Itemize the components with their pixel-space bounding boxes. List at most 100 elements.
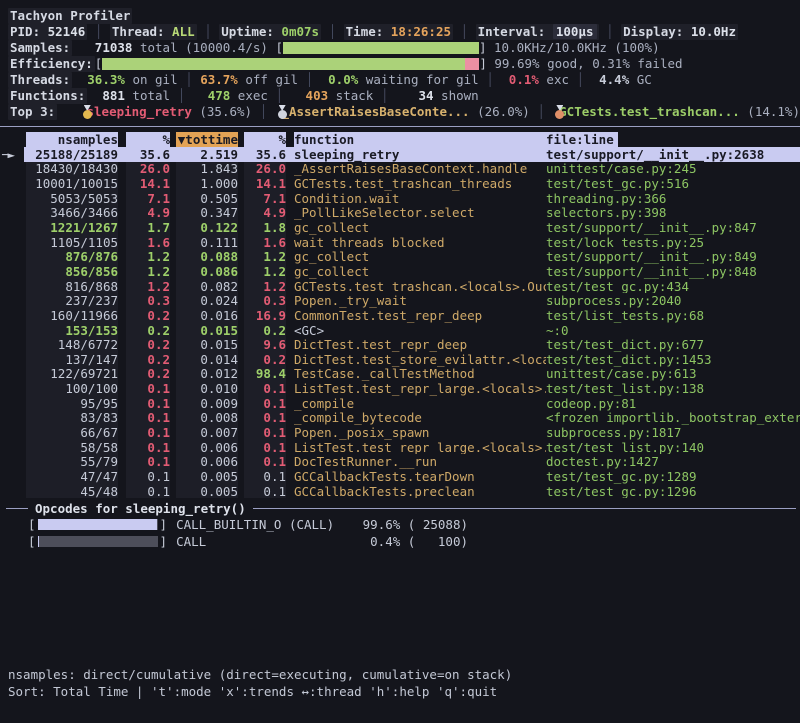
cell-cumulative-percent: 0.1 bbox=[244, 440, 286, 455]
table-row[interactable]: 1105/1105 1.6 0.111 1.6 wait_threads_blo… bbox=[0, 235, 800, 250]
opcode-bar bbox=[38, 519, 158, 530]
table-row[interactable]: 5053/5053 7.1 0.505 7.1 Condition.wait t… bbox=[0, 191, 800, 206]
cell-function: CommonTest.test_repr_deep bbox=[294, 308, 546, 323]
table-row[interactable]: 100/100 0.1 0.010 0.1 ListTest.test_repr… bbox=[0, 381, 800, 396]
cell-tottime: 0.006 bbox=[176, 440, 238, 455]
column-header-function[interactable]: function bbox=[294, 132, 546, 147]
cell-cumulative-percent: 0.1 bbox=[244, 411, 286, 426]
gc-pct: 4.4% bbox=[592, 72, 630, 88]
cell-file-line: test/support/__init__.py:849 bbox=[546, 249, 800, 264]
cell-cumulative-percent: 0.1 bbox=[244, 381, 286, 396]
cell-function: _compile bbox=[294, 396, 546, 411]
cell-file-line: test/test_gc.py:1296 bbox=[546, 484, 800, 499]
table-row[interactable]: 137/147 0.2 0.014 0.2 DictTest.test_stor… bbox=[0, 352, 800, 367]
table-row[interactable]: ─► 25188/25189 35.6 2.519 35.6 sleeping_… bbox=[0, 147, 800, 162]
column-header-file-line[interactable]: file:line bbox=[546, 132, 800, 147]
cell-tottime: 0.007 bbox=[176, 425, 238, 440]
table-row[interactable]: 45/48 0.1 0.005 0.1 GCCallbackTests.prec… bbox=[0, 484, 800, 499]
cell-tottime: 0.122 bbox=[176, 220, 238, 235]
cell-file-line: subprocess.py:1817 bbox=[546, 425, 800, 440]
cell-function: gc_collect bbox=[294, 249, 546, 264]
cell-file-line: test/support/__init__.py:848 bbox=[546, 264, 800, 279]
thread-field[interactable]: Thread: ALL bbox=[110, 24, 197, 40]
uptime-field: Uptime: 0m07s bbox=[219, 24, 321, 40]
cell-nsamples: 100/100 bbox=[26, 381, 118, 396]
cell-direct-percent: 0.1 bbox=[126, 454, 170, 469]
cell-direct-percent: 0.2 bbox=[126, 323, 170, 338]
table-row[interactable]: 3466/3466 4.9 0.347 4.9 _PollLikeSelecto… bbox=[0, 206, 800, 221]
cell-file-line: unittest/case.py:245 bbox=[546, 162, 800, 177]
table-row[interactable]: 55/79 0.1 0.006 0.1 DocTestRunner.__run … bbox=[0, 454, 800, 469]
samples-bar bbox=[283, 42, 479, 54]
table-row[interactable]: 83/83 0.1 0.008 0.1 _compile_bytecode <f… bbox=[0, 411, 800, 426]
title-bar: Tachyon Profiler bbox=[0, 8, 800, 24]
table-row[interactable]: 148/6772 0.2 0.015 9.6 DictTest.test_rep… bbox=[0, 337, 800, 352]
opcode-pct: 0.4% ( 100) bbox=[356, 533, 468, 550]
table-row[interactable]: 153/153 0.2 0.015 0.2 <GC> ~:0 bbox=[0, 323, 800, 338]
cell-direct-percent: 4.9 bbox=[126, 206, 170, 221]
table-row[interactable]: 58/58 0.1 0.006 0.1 ListTest.test_repr_l… bbox=[0, 440, 800, 455]
cell-function: DictTest.test_repr_deep bbox=[294, 337, 546, 352]
cell-function: ListTest.test_repr_large.<locals>.c... bbox=[294, 440, 546, 455]
cell-tottime: 0.012 bbox=[176, 367, 238, 382]
cell-direct-percent: 1.6 bbox=[126, 235, 170, 250]
cell-direct-percent: 7.1 bbox=[126, 191, 170, 206]
cell-file-line: threading.py:366 bbox=[546, 191, 800, 206]
table-row[interactable]: 47/47 0.1 0.005 0.1 GCCallbackTests.tear… bbox=[0, 469, 800, 484]
cell-file-line: test/test_dict.py:1453 bbox=[546, 352, 800, 367]
time-value: 18:26:25 bbox=[383, 24, 451, 39]
cell-file-line: test/support/__init__.py:847 bbox=[546, 220, 800, 235]
cell-cumulative-percent: 26.0 bbox=[244, 162, 286, 177]
uptime-value: 0m07s bbox=[274, 24, 319, 39]
cell-tottime: 1.843 bbox=[176, 162, 238, 177]
cell-nsamples: 3466/3466 bbox=[26, 206, 118, 221]
table-row[interactable]: 237/237 0.3 0.024 0.3 Popen._try_wait su… bbox=[0, 293, 800, 308]
cell-nsamples: 5053/5053 bbox=[26, 191, 118, 206]
column-header-cumulative-percent[interactable]: % bbox=[244, 132, 286, 147]
table-row[interactable]: 160/11966 0.2 0.016 16.9 CommonTest.test… bbox=[0, 308, 800, 323]
table-row[interactable]: 856/856 1.2 0.086 1.2 gc_collect test/su… bbox=[0, 264, 800, 279]
cell-file-line: subprocess.py:2040 bbox=[546, 293, 800, 308]
cell-function: _PollLikeSelector.select bbox=[294, 206, 546, 221]
empty-area bbox=[0, 550, 800, 666]
cell-file-line: test/test_gc.py:434 bbox=[546, 279, 800, 294]
on-gil-pct: 36.3% bbox=[87, 72, 125, 88]
column-header-nsamples[interactable]: nsamples bbox=[26, 132, 118, 147]
efficiency-bar-failed bbox=[465, 58, 479, 70]
table-row[interactable]: 18430/18430 26.0 1.843 26.0 _AssertRaise… bbox=[0, 162, 800, 177]
table-row[interactable]: 95/95 0.1 0.009 0.1 _compile codeop.py:8… bbox=[0, 396, 800, 411]
cell-tottime: 0.006 bbox=[176, 454, 238, 469]
display-field: Display: 10.0Hz bbox=[621, 24, 738, 40]
cell-direct-percent: 1.2 bbox=[126, 264, 170, 279]
cell-nsamples: 10001/10015 bbox=[26, 176, 118, 191]
off-gil-pct: 63.7% bbox=[200, 72, 238, 88]
cell-direct-percent: 26.0 bbox=[126, 162, 170, 177]
opcode-row-call: []CALL0.4% ( 100) bbox=[0, 533, 800, 550]
column-header-direct-percent[interactable]: % bbox=[126, 132, 170, 147]
column-header-tottime-sorted[interactable]: ▼tottime bbox=[176, 132, 238, 147]
samples-bar-close: ] bbox=[479, 40, 487, 56]
table-row[interactable]: 66/67 0.1 0.007 0.1 Popen._posix_spawn s… bbox=[0, 425, 800, 440]
functions-exec: 478 bbox=[193, 88, 231, 104]
legend-line: nsamples: direct/cumulative (direct=exec… bbox=[0, 666, 800, 683]
cell-direct-percent: 0.2 bbox=[126, 337, 170, 352]
table-row[interactable]: 10001/10015 14.1 1.000 14.1 GCTests.test… bbox=[0, 176, 800, 191]
table-row[interactable]: 876/876 1.2 0.088 1.2 gc_collect test/su… bbox=[0, 249, 800, 264]
cell-cumulative-percent: 1.8 bbox=[244, 220, 286, 235]
cell-function: wait_threads_blocked bbox=[294, 235, 546, 250]
keybinding-hints: Sort: Total Time | 't':mode 'x':trends ↔… bbox=[0, 683, 800, 700]
interval-value: 100µs bbox=[553, 24, 597, 39]
opcode-pct: 99.6% ( 25088) bbox=[356, 516, 468, 533]
table-header: nsamples % ▼tottime % function file:line bbox=[0, 131, 800, 147]
cell-cumulative-percent: 14.1 bbox=[244, 176, 286, 191]
cell-nsamples: 153/153 bbox=[26, 323, 118, 338]
table-row[interactable]: 1221/1267 1.7 0.122 1.8 gc_collect test/… bbox=[0, 220, 800, 235]
efficiency-bar bbox=[102, 58, 479, 70]
app-title: Tachyon Profiler bbox=[8, 8, 132, 24]
table-row[interactable]: 122/69721 0.2 0.012 98.4 TestCase._callT… bbox=[0, 367, 800, 382]
top3-first-pct: (35.6%) bbox=[192, 104, 252, 120]
cell-function: ListTest.test_repr_large.<locals>.c... bbox=[294, 381, 546, 396]
functions-label: Functions: bbox=[8, 88, 87, 104]
cell-tottime: 0.014 bbox=[176, 352, 238, 367]
table-row[interactable]: 816/868 1.2 0.082 1.2 GCTests.test_trash… bbox=[0, 279, 800, 294]
